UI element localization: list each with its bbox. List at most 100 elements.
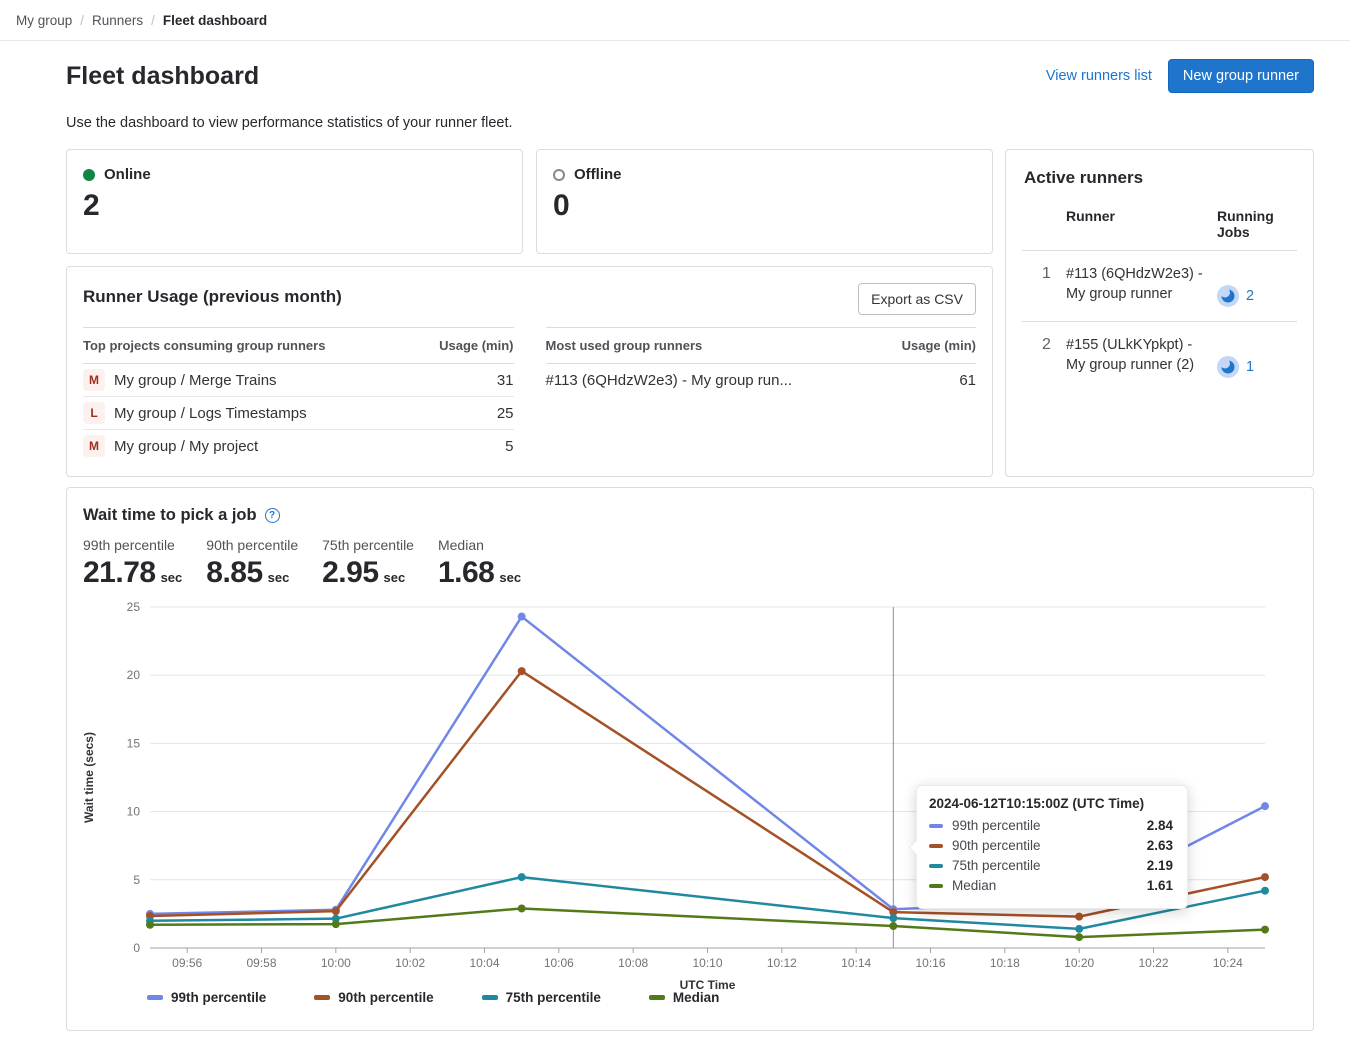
svg-text:25: 25 — [127, 600, 141, 614]
legend-swatch-icon — [147, 995, 163, 1000]
project-avatar: M — [83, 369, 105, 391]
running-jobs-count-link[interactable]: 2 — [1246, 288, 1254, 304]
svg-text:09:56: 09:56 — [172, 956, 202, 970]
breadcrumb-runners[interactable]: Runners — [92, 13, 143, 28]
legend-swatch-icon — [314, 995, 330, 1000]
legend-99th-percentile[interactable]: 99th percentile — [147, 990, 266, 1005]
runner-usage-title: Runner Usage (previous month) — [83, 287, 342, 307]
most-used-runners-table: Most used group runners Usage (min) #113… — [546, 327, 977, 462]
main-content: Fleet dashboard View runners list New gr… — [66, 41, 1314, 1031]
table-row: 1 #113 (6QHdzW2e3) - My group runner 2 — [1022, 251, 1297, 322]
help-icon[interactable]: ? — [265, 508, 280, 523]
project-name: My group / My project — [114, 438, 258, 455]
breadcrumb-my-group[interactable]: My group — [16, 13, 72, 28]
svg-text:5: 5 — [133, 873, 140, 887]
page-description: Use the dashboard to view performance st… — [66, 115, 1314, 131]
tooltip-row: Median 1.61 — [929, 878, 1173, 893]
tooltip-swatch-icon — [929, 824, 943, 828]
online-status-icon — [83, 169, 95, 181]
tooltip-swatch-icon — [929, 844, 943, 848]
wait-time-stats: 99th percentile 21.78sec 90th percentile… — [83, 537, 1297, 590]
table-row: #113 (6QHdzW2e3) - My group run... 61 — [546, 364, 977, 396]
tooltip-row: 99th percentile 2.84 — [929, 818, 1173, 833]
offline-status-icon — [553, 169, 565, 181]
legend-90th-percentile[interactable]: 90th percentile — [314, 990, 433, 1005]
svg-text:UTC Time: UTC Time — [680, 978, 736, 990]
project-avatar: M — [83, 435, 105, 457]
table-row: L My group / Logs Timestamps 25 — [83, 397, 514, 430]
legend-median[interactable]: Median — [649, 990, 720, 1005]
wait-time-card: Wait time to pick a job ? 99th percentil… — [66, 487, 1314, 1031]
online-count: 2 — [83, 191, 506, 221]
table-row: M My group / Merge Trains 31 — [83, 364, 514, 397]
export-csv-button[interactable]: Export as CSV — [858, 283, 976, 315]
project-name: My group / Merge Trains — [114, 372, 277, 389]
legend-75th-percentile[interactable]: 75th percentile — [482, 990, 601, 1005]
legend-swatch-icon — [482, 995, 498, 1000]
new-group-runner-button[interactable]: New group runner — [1168, 59, 1314, 93]
stat-99th-percentile: 99th percentile 21.78sec — [83, 537, 182, 590]
breadcrumb-separator: / — [80, 13, 84, 28]
svg-text:10:02: 10:02 — [395, 956, 425, 970]
project-usage-minutes: 25 — [497, 405, 514, 422]
offline-runners-card: Offline 0 — [536, 149, 993, 254]
running-jobs-column-header: Running Jobs — [1217, 208, 1297, 240]
project-avatar: L — [83, 402, 105, 424]
chart-legend: 99th percentile 90th percentile 75th per… — [147, 990, 1297, 1005]
running-status-icon — [1217, 356, 1239, 378]
top-projects-table: Top projects consuming group runners Usa… — [83, 327, 514, 462]
most-used-runners-column-header: Most used group runners — [546, 338, 703, 353]
active-runners-card: Active runners Runner Running Jobs 1 #11… — [1005, 149, 1314, 477]
runner-rank: 1 — [1022, 265, 1066, 283]
stat-75th-percentile: 75th percentile 2.95sec — [322, 537, 414, 590]
breadcrumb: My group / Runners / Fleet dashboard — [16, 13, 267, 28]
page-header: Fleet dashboard View runners list New gr… — [66, 59, 1314, 93]
svg-text:10:04: 10:04 — [469, 956, 499, 970]
usage-min-column-header: Usage (min) — [439, 338, 513, 353]
svg-text:10:06: 10:06 — [544, 956, 574, 970]
tooltip-swatch-icon — [929, 884, 943, 888]
tooltip-row: 90th percentile 2.63 — [929, 838, 1173, 853]
header-actions: View runners list New group runner — [1046, 59, 1314, 93]
svg-text:10:12: 10:12 — [767, 956, 797, 970]
runner-usage-minutes: 61 — [959, 372, 976, 389]
svg-text:10:22: 10:22 — [1138, 956, 1168, 970]
tooltip-title: 2024-06-12T10:15:00Z (UTC Time) — [929, 796, 1173, 811]
breadcrumb-separator: / — [151, 13, 155, 28]
offline-count: 0 — [553, 191, 976, 221]
svg-text:10:20: 10:20 — [1064, 956, 1094, 970]
runner-link[interactable]: #155 (ULkKYpkpt) - My group runner (2) — [1066, 336, 1217, 375]
page-title: Fleet dashboard — [66, 62, 259, 91]
chart-tooltip: 2024-06-12T10:15:00Z (UTC Time) 99th per… — [916, 785, 1188, 909]
running-status-icon — [1217, 285, 1239, 307]
active-runners-header: Runner Running Jobs — [1022, 202, 1297, 251]
project-name: My group / Logs Timestamps — [114, 405, 307, 422]
svg-text:20: 20 — [127, 668, 141, 682]
online-label: Online — [104, 166, 151, 183]
active-runners-title: Active runners — [1024, 168, 1297, 188]
runner-link[interactable]: #113 (6QHdzW2e3) - My group runner — [1066, 265, 1217, 304]
svg-text:10:10: 10:10 — [692, 956, 722, 970]
runner-column-header: Runner — [1066, 208, 1217, 240]
table-row: M My group / My project 5 — [83, 430, 514, 462]
svg-text:10:16: 10:16 — [915, 956, 945, 970]
breadcrumb-fleet-dashboard: Fleet dashboard — [163, 13, 267, 28]
svg-text:Wait time (secs): Wait time (secs) — [83, 732, 96, 823]
runner-name: #113 (6QHdzW2e3) - My group run... — [546, 372, 793, 389]
tooltip-swatch-icon — [929, 864, 943, 868]
svg-text:10: 10 — [127, 805, 141, 819]
top-projects-column-header: Top projects consuming group runners — [83, 338, 325, 353]
svg-text:10:00: 10:00 — [321, 956, 351, 970]
legend-swatch-icon — [649, 995, 665, 1000]
svg-text:10:18: 10:18 — [990, 956, 1020, 970]
breadcrumb-bar: My group / Runners / Fleet dashboard — [0, 0, 1350, 41]
stat-median: Median 1.68sec — [438, 537, 521, 590]
usage-min-column-header: Usage (min) — [902, 338, 976, 353]
offline-label: Offline — [574, 166, 622, 183]
project-usage-minutes: 5 — [505, 438, 513, 455]
svg-text:10:14: 10:14 — [841, 956, 871, 970]
view-runners-list-link[interactable]: View runners list — [1046, 68, 1152, 84]
running-jobs-count-link[interactable]: 1 — [1246, 359, 1254, 375]
stat-90th-percentile: 90th percentile 8.85sec — [206, 537, 298, 590]
table-row: 2 #155 (ULkKYpkpt) - My group runner (2)… — [1022, 322, 1297, 392]
